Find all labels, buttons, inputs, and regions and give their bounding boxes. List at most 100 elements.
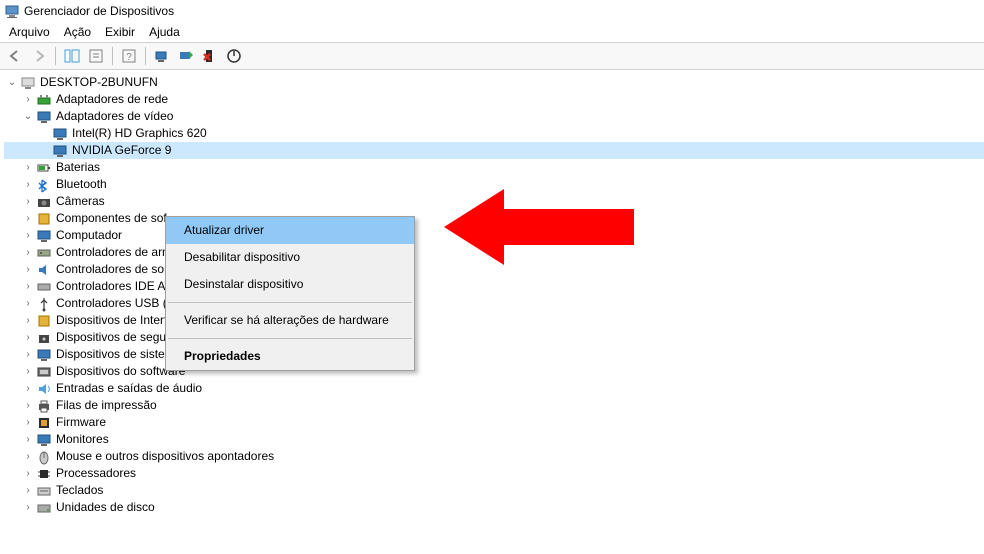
computer-icon [20,75,36,91]
node-label: Bluetooth [56,176,107,193]
display-adapter-icon [52,143,68,159]
expander-closed-icon[interactable]: › [20,278,36,295]
expander-closed-icon[interactable]: › [20,499,36,516]
node-label: Componentes de sof [56,210,167,227]
node-label: Adaptadores de rede [56,91,168,108]
expander-closed-icon[interactable]: › [20,193,36,210]
window-title: Gerenciador de Dispositivos [24,4,174,18]
forward-button[interactable] [28,45,50,67]
sw-device-icon [36,364,52,380]
expander-closed-icon[interactable]: › [20,414,36,431]
tree-device-nvidia[interactable]: NVIDIA GeForce 9 [4,142,984,159]
tree-category-disks[interactable]: › Unidades de disco [4,499,984,516]
tree-category-ide[interactable]: › Controladores IDE ATA/ATAPI [4,278,984,295]
update-driver-button[interactable] [175,45,197,67]
node-label: Câmeras [56,193,105,210]
expander-closed-icon[interactable]: › [20,159,36,176]
menu-help[interactable]: Ajuda [142,23,187,41]
tree-category-batteries[interactable]: › Baterias [4,159,984,176]
sound-icon [36,262,52,278]
expander-closed-icon[interactable]: › [20,397,36,414]
expander-closed-icon[interactable]: › [20,227,36,244]
node-label: Mouse e outros dispositivos apontadores [56,448,274,465]
node-label: Entradas e saídas de áudio [56,380,202,397]
scan-hardware-button[interactable] [151,45,173,67]
menu-view[interactable]: Exibir [98,23,142,41]
node-label: Controladores de arm [56,244,172,261]
help-button[interactable]: ? [118,45,140,67]
expander-open-icon[interactable]: ⌄ [20,108,36,125]
properties-button[interactable] [85,45,107,67]
bluetooth-icon [36,177,52,193]
ctx-scan-hardware[interactable]: Verificar se há alterações de hardware [166,307,414,334]
tree-category-processors[interactable]: › Processadores [4,465,984,482]
tree-category-hid[interactable]: › Dispositivos de Interface Humana [4,312,984,329]
keyboard-icon [36,483,52,499]
node-label: Processadores [56,465,136,482]
context-menu: Atualizar driver Desabilitar dispositivo… [165,216,415,371]
tree-category-monitors[interactable]: › Monitores [4,431,984,448]
tree-category-system[interactable]: › Dispositivos de sistema [4,346,984,363]
ctx-disable-device[interactable]: Desabilitar dispositivo [166,244,414,271]
expander-closed-icon[interactable]: › [20,363,36,380]
show-hide-tree-button[interactable] [61,45,83,67]
camera-icon [36,194,52,210]
tree-device-intel-hd[interactable]: Intel(R) HD Graphics 620 [4,125,984,142]
tree-category-mouse[interactable]: › Mouse e outros dispositivos apontadore… [4,448,984,465]
expander-closed-icon[interactable]: › [20,244,36,261]
device-tree[interactable]: ⌄ DESKTOP-2BUNUFN › Adaptadores de rede … [0,70,984,520]
cpu-icon [36,466,52,482]
display-adapter-icon [36,109,52,125]
back-button[interactable] [4,45,26,67]
audio-io-icon [36,381,52,397]
menu-file[interactable]: Arquivo [2,23,57,41]
menu-action[interactable]: Ação [57,23,98,41]
ctx-separator [168,302,412,303]
node-label: Unidades de disco [56,499,155,516]
annotation-arrow-icon [444,189,634,265]
tree-category-security[interactable]: › Dispositivos de segurança [4,329,984,346]
expander-closed-icon[interactable]: › [20,312,36,329]
expander-closed-icon[interactable]: › [20,346,36,363]
toolbar-separator [55,47,56,65]
node-label: NVIDIA GeForce 9 [72,142,171,159]
expander-closed-icon[interactable]: › [20,431,36,448]
tree-root[interactable]: ⌄ DESKTOP-2BUNUFN [4,74,984,91]
uninstall-button[interactable] [199,45,221,67]
expander-closed-icon[interactable]: › [20,465,36,482]
expander-closed-icon[interactable]: › [20,482,36,499]
expander-closed-icon[interactable]: › [20,448,36,465]
tree-category-audio-io[interactable]: › Entradas e saídas de áudio [4,380,984,397]
node-label: Baterias [56,159,100,176]
node-label: DESKTOP-2BUNUFN [40,74,158,91]
ctx-properties[interactable]: Propriedades [166,343,414,370]
ctx-update-driver[interactable]: Atualizar driver [166,217,414,244]
toolbar-separator [112,47,113,65]
tree-category-keyboards[interactable]: › Teclados [4,482,984,499]
expander-closed-icon[interactable]: › [20,261,36,278]
ctx-uninstall-device[interactable]: Desinstalar dispositivo [166,271,414,298]
ctx-separator [168,338,412,339]
node-label: Intel(R) HD Graphics 620 [72,125,207,142]
expander-open-icon[interactable]: ⌄ [4,74,20,91]
tree-category-firmware[interactable]: › Firmware [4,414,984,431]
expander-closed-icon[interactable]: › [20,210,36,227]
disable-button[interactable] [223,45,245,67]
devmgr-icon [4,3,20,19]
node-label: Filas de impressão [56,397,157,414]
tree-category-usb[interactable]: › Controladores USB (barramento serial u… [4,295,984,312]
firmware-icon [36,415,52,431]
tree-category-network[interactable]: › Adaptadores de rede [4,91,984,108]
toolbar-separator [145,47,146,65]
tree-category-video[interactable]: ⌄ Adaptadores de vídeo [4,108,984,125]
expander-closed-icon[interactable]: › [20,91,36,108]
expander-closed-icon[interactable]: › [20,380,36,397]
expander-closed-icon[interactable]: › [20,176,36,193]
tree-category-print-queues[interactable]: › Filas de impressão [4,397,984,414]
toolbar: ? [0,42,984,70]
expander-closed-icon[interactable]: › [20,295,36,312]
computer-icon [36,228,52,244]
expander-closed-icon[interactable]: › [20,329,36,346]
tree-category-sw-devices[interactable]: › Dispositivos do software [4,363,984,380]
node-label: Dispositivos de sistema [56,346,181,363]
